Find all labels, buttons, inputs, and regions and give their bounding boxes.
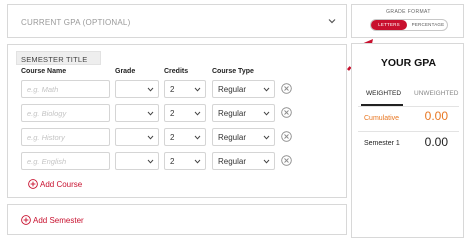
chevron-down-icon (194, 111, 201, 116)
remove-course-icon[interactable] (281, 107, 292, 118)
current-gpa-label: CURRENT GPA (OPTIONAL) (21, 18, 131, 27)
credits-select[interactable]: 2 (164, 152, 206, 170)
cumulative-label: Cumulative (364, 115, 400, 122)
chevron-down-icon (194, 159, 201, 164)
chevron-down-icon (147, 135, 154, 140)
semester-card: SEMESTER TITLE Course Name Grade Credits… (7, 44, 347, 198)
course-type-value: Regular (218, 85, 247, 94)
course-type-select[interactable]: Regular (212, 104, 275, 122)
course-type-value: Regular (218, 109, 247, 118)
chevron-down-icon (263, 135, 270, 140)
chevron-down-icon (328, 19, 336, 24)
course-type-value: Regular (218, 133, 247, 142)
credits-select[interactable]: 2 (164, 80, 206, 98)
remove-course-icon[interactable] (281, 83, 292, 94)
course-name-placeholder: e.g. Biology (27, 109, 67, 118)
chevron-down-icon (263, 87, 270, 92)
your-gpa-card: YOUR GPA WEIGHTED UNWEIGHTED Cumulative … (351, 43, 464, 238)
credits-value: 2 (170, 133, 175, 142)
remove-course-icon[interactable] (281, 155, 292, 166)
course-name-placeholder: e.g. History (27, 133, 65, 142)
circle-plus-icon (21, 215, 31, 225)
grade-select[interactable] (115, 152, 159, 170)
credits-select[interactable]: 2 (164, 104, 206, 122)
course-name-input[interactable]: e.g. English (21, 152, 110, 170)
chevron-down-icon (263, 159, 270, 164)
course-name-placeholder: e.g. English (27, 157, 67, 166)
grade-select[interactable] (115, 128, 159, 146)
credits-value: 2 (170, 157, 175, 166)
tab-weighted[interactable]: WEIGHTED (366, 90, 401, 97)
add-semester-label: Add Semester (33, 215, 84, 225)
chevron-down-icon (147, 159, 154, 164)
col-course-name: Course Name (21, 68, 67, 75)
credits-value: 2 (170, 109, 175, 118)
course-row: e.g. History 2 Regular (8, 128, 348, 146)
cumulative-gpa-value: 0.00 (424, 109, 448, 123)
current-gpa-dropdown[interactable]: CURRENT GPA (OPTIONAL) (7, 4, 347, 38)
circle-plus-icon (28, 179, 38, 189)
course-row: e.g. Math 2 Regular (8, 80, 348, 98)
tab-unweighted[interactable]: UNWEIGHTED (414, 90, 458, 97)
add-course-button[interactable]: Add Course (28, 179, 82, 189)
your-gpa-title: YOUR GPA (380, 57, 437, 69)
semester-gpa-label: Semester 1 (364, 140, 400, 147)
grade-select[interactable] (115, 80, 159, 98)
semester-gpa-value: 0.00 (424, 135, 448, 149)
grade-format-card: GRADE FORMAT LETTERS PERCENTAGE (351, 4, 464, 38)
chevron-down-icon (194, 87, 201, 92)
divider (358, 131, 459, 132)
course-type-select[interactable]: Regular (212, 80, 275, 98)
add-semester-card: Add Semester (7, 204, 347, 235)
grade-select[interactable] (115, 104, 159, 122)
divider (358, 106, 459, 107)
chevron-down-icon (194, 135, 201, 140)
credits-value: 2 (170, 85, 175, 94)
chevron-down-icon (147, 87, 154, 92)
course-row: e.g. English 2 Regular (8, 152, 348, 170)
grade-format-toggle: LETTERS PERCENTAGE (370, 19, 448, 31)
letters-option[interactable]: LETTERS (371, 20, 407, 30)
course-name-placeholder: e.g. Math (27, 85, 59, 94)
chevron-down-icon (263, 111, 270, 116)
credits-select[interactable]: 2 (164, 128, 206, 146)
col-course-type: Course Type (212, 68, 254, 75)
chevron-down-icon (147, 111, 154, 116)
course-name-input[interactable]: e.g. History (21, 128, 110, 146)
col-credits: Credits (164, 68, 189, 75)
percentage-option[interactable]: PERCENTAGE (408, 20, 448, 30)
course-name-input[interactable]: e.g. Biology (21, 104, 110, 122)
course-type-select[interactable]: Regular (212, 128, 275, 146)
add-semester-button[interactable]: Add Semester (21, 215, 84, 225)
course-row: e.g. Biology 2 Regular (8, 104, 348, 122)
course-type-select[interactable]: Regular (212, 152, 275, 170)
col-grade: Grade (115, 68, 136, 75)
course-type-value: Regular (218, 157, 247, 166)
remove-course-icon[interactable] (281, 131, 292, 142)
add-course-label: Add Course (40, 179, 83, 189)
semester-title-input[interactable]: SEMESTER TITLE (16, 51, 101, 65)
course-name-input[interactable]: e.g. Math (21, 80, 110, 98)
grade-format-title: GRADE FORMAT (386, 9, 431, 15)
